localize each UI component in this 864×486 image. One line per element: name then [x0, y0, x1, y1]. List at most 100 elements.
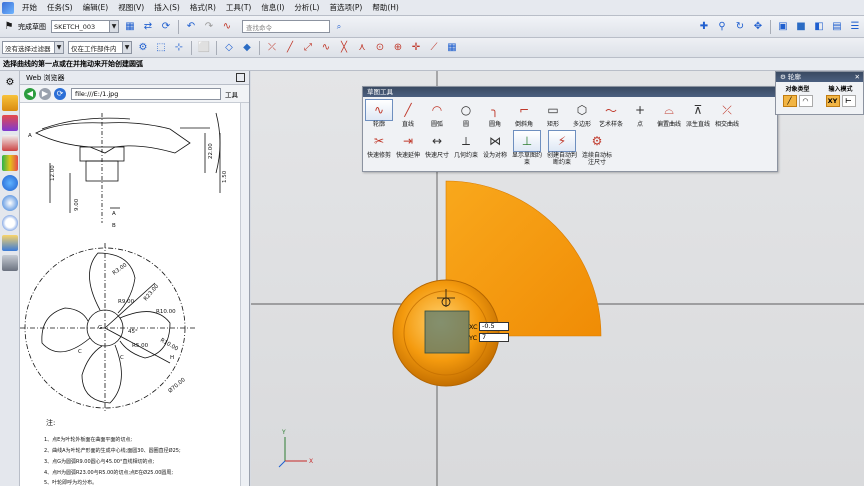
circle-center-snap-icon[interactable]: ⊙ [372, 40, 388, 56]
point-on-curve-snap-icon[interactable]: ⊕ [390, 40, 406, 56]
sketch-tools-title[interactable]: 草图工具 [363, 87, 777, 97]
solid-cube-icon[interactable]: ◆ [239, 40, 255, 56]
arc-center-snap-icon[interactable]: ╳ [336, 40, 352, 56]
snap-icon[interactable]: ⊹ [171, 40, 187, 56]
forward-icon[interactable]: ▶ [39, 87, 51, 100]
rotate-icon[interactable]: ↻ [732, 19, 748, 35]
intersection-curve-tool-button[interactable]: ⤫ 相交曲线 [713, 99, 741, 129]
midpoint-snap-icon[interactable]: ╱ [282, 40, 298, 56]
gear-icon[interactable]: ⚙ [780, 73, 788, 81]
system-materials-icon[interactable] [2, 235, 18, 251]
work-part-scope-select[interactable]: 仅在工作部件内 ▼ [68, 41, 132, 54]
point-tool-button[interactable]: + 点 [626, 99, 654, 128]
web-browser-icon[interactable] [2, 175, 18, 191]
cube-view-icon[interactable]: ◧ [811, 19, 827, 35]
finish-sketch-flag-icon[interactable]: ⚑ [1, 19, 17, 35]
solid-body-icon[interactable]: ◇ [221, 40, 237, 56]
update-model-icon[interactable]: ⟳ [158, 19, 174, 35]
arc-tool-button[interactable]: ◠ 圆弧 [423, 99, 451, 128]
profile-command-icon[interactable]: ∿ [219, 19, 235, 35]
menu-task[interactable]: 任务(S) [42, 2, 78, 13]
menu-format[interactable]: 格式(R) [185, 2, 221, 13]
chamfer-tool-button[interactable]: ⌐ 倒斜角 [510, 99, 538, 128]
note-line: 2、曲线A为叶轮产形面的生成中心线;面圆30、圆圈直径Ø25; [44, 447, 181, 454]
geometric-constraints-tool-button[interactable]: ⟂ 几何约束 [452, 130, 480, 166]
settings-icon[interactable]: ⚙ [2, 75, 18, 91]
selection-filter-select[interactable]: 没有选择过滤器 ▼ [2, 41, 64, 54]
fillet-tool-button[interactable]: ╮ 圆角 [481, 99, 509, 128]
arc-type-toggle[interactable]: ◠ [798, 95, 813, 107]
zoom-icon[interactable]: ⚲ [714, 19, 730, 35]
select-icon[interactable]: ⬚ [153, 40, 169, 56]
menu-info[interactable]: 信息(I) [256, 2, 289, 13]
menu-insert[interactable]: 插入(S) [149, 2, 185, 13]
history-icon[interactable] [2, 195, 18, 211]
background-icon[interactable]: ▤ [829, 19, 845, 35]
line-type-toggle[interactable]: ╱ [782, 95, 797, 107]
rect-select-icon[interactable]: ⬜ [196, 40, 212, 56]
existing-point-snap-icon[interactable]: ✛ [408, 40, 424, 56]
menu-preferences[interactable]: 首选项(P) [324, 2, 367, 13]
clock-icon[interactable] [2, 215, 18, 231]
menu-view[interactable]: 视图(V) [113, 2, 149, 13]
menu-analysis[interactable]: 分析(L) [289, 2, 324, 13]
orient-view-icon[interactable]: ▦ [122, 19, 138, 35]
search-icon[interactable]: ⌕ [331, 19, 347, 35]
quick-extend-tool-button[interactable]: ⇥ 快速延伸 [394, 130, 422, 166]
roles-icon[interactable] [2, 255, 18, 271]
render-style-icon[interactable]: ■ [793, 19, 809, 35]
profile-tool-button[interactable]: ∿ 轮廓 [365, 99, 393, 128]
yc-input[interactable]: 7 [479, 333, 509, 342]
offset-curve-tool-button[interactable]: ⌓ 偏置曲线 [655, 99, 683, 129]
view-orientation-icon[interactable]: ▣ [775, 19, 791, 35]
menu-tools[interactable]: 工具(T) [221, 2, 256, 13]
polygon-tool-button[interactable]: ⬡ 多边形 [568, 99, 596, 128]
intersection-snap-icon[interactable]: ∿ [318, 40, 334, 56]
menu-start[interactable]: 开始 [17, 2, 42, 13]
rapid-dimension-tool-button[interactable]: ↔ 快速尺寸 [423, 130, 451, 166]
refresh-icon[interactable]: ⟳ [54, 87, 66, 100]
endpoint-snap-icon[interactable]: ⤫ [264, 40, 280, 56]
undo-icon[interactable]: ↶ [183, 19, 199, 35]
maximize-icon[interactable] [236, 73, 245, 82]
command-search-input[interactable]: 查找命令 [242, 20, 330, 33]
show-sketch-constraints-tool-button[interactable]: ⊥ 显示草图约束 [510, 130, 544, 166]
point-on-surface-snap-icon[interactable]: ⟋ [426, 40, 442, 56]
menu-help[interactable]: 帮助(H) [367, 2, 404, 13]
close-icon[interactable]: ✕ [855, 72, 860, 82]
continuous-auto-dimension-tool-button[interactable]: ⚙ 连续自动标注尺寸 [580, 130, 614, 166]
url-input[interactable]: file:///E:/1.jpg [71, 87, 221, 100]
assembly-navigator-icon[interactable] [2, 95, 18, 111]
reuse-library-icon[interactable] [2, 155, 18, 171]
rectangle-tool-button[interactable]: ▭ 矩形 [539, 99, 567, 128]
layer-icon[interactable]: ☰ [847, 19, 863, 35]
studio-spline-tool-button[interactable]: 〜 艺术样条 [597, 99, 625, 129]
quick-trim-tool-button[interactable]: ✂ 快速修剪 [365, 130, 393, 166]
control-point-snap-icon[interactable]: ⤢ [300, 40, 316, 56]
parameter-mode-toggle[interactable]: ⊢ [841, 95, 856, 107]
studio-spline-tool-label: 艺术样条 [598, 121, 623, 128]
pan-icon[interactable]: ✥ [750, 19, 766, 35]
xc-input[interactable]: -0.5 [479, 322, 509, 331]
grid-snap-icon[interactable]: ▦ [444, 40, 460, 56]
fit-view-icon[interactable]: ✚ [696, 19, 712, 35]
reattach-icon[interactable]: ⇄ [140, 19, 156, 35]
constraint-navigator-icon[interactable] [2, 115, 18, 131]
select-features-icon[interactable]: ⚙ [135, 40, 151, 56]
sketch-name-select[interactable]: SKETCH_003 ▼ [51, 20, 119, 33]
finish-sketch-button[interactable]: 完成草图 [18, 22, 46, 32]
coordinate-mode-toggle[interactable]: XY [825, 95, 840, 107]
circle-tool-button[interactable]: ○ 圆 [452, 99, 480, 128]
make-symmetric-tool-button[interactable]: ⋈ 设为对称 [481, 130, 509, 166]
redo-icon[interactable]: ↷ [201, 19, 217, 35]
line-tool-button[interactable]: ╱ 直线 [394, 99, 422, 128]
back-icon[interactable]: ◀ [24, 87, 36, 100]
nx-logo-icon[interactable] [2, 1, 14, 14]
browser-scrollbar[interactable] [240, 103, 249, 486]
browser-tools-menu[interactable]: 工具 [225, 89, 238, 99]
create-inferred-constraints-tool-button[interactable]: ⚡ 创建自动判断约束 [545, 130, 579, 166]
derived-line-tool-button[interactable]: ⊼ 派生直线 [684, 99, 712, 128]
quadrant-snap-icon[interactable]: ⋏ [354, 40, 370, 56]
menu-edit[interactable]: 编辑(E) [78, 2, 114, 13]
part-navigator-icon[interactable] [2, 135, 18, 151]
